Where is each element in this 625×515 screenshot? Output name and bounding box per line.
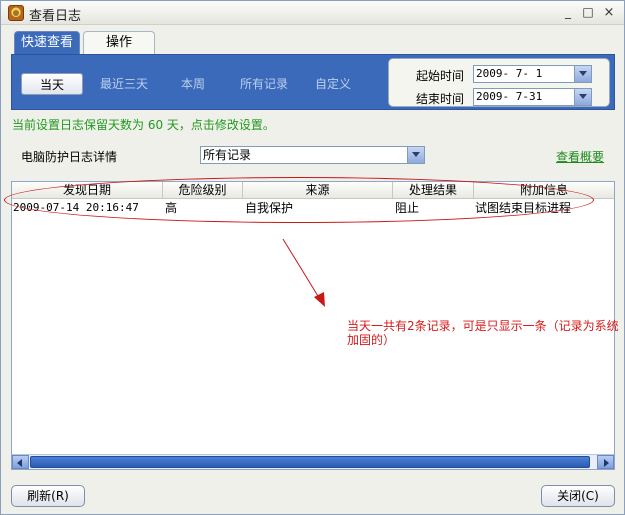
scroll-left-icon[interactable] [12, 455, 29, 469]
range-all-records-button[interactable]: 所有记录 [237, 73, 291, 95]
log-type-label: 电脑防护日志详情 [21, 150, 118, 164]
range-custom-button[interactable]: 自定义 [312, 73, 354, 95]
cell-found-date: 2009-07-14 20:16:47 [13, 201, 139, 214]
close-window-button[interactable]: × [600, 4, 618, 21]
log-filter-value: 所有记录 [203, 148, 252, 162]
annotation-text: 当天一共有2条记录，可是只显示一条（记录为系统加固的） [347, 319, 619, 347]
scrollbar-thumb[interactable] [30, 456, 590, 468]
close-button[interactable]: 关闭(C) [541, 485, 615, 507]
log-filter-select[interactable]: 所有记录 [200, 146, 425, 164]
end-date-picker[interactable]: 2009- 7-31 [473, 88, 592, 106]
tab-operations[interactable]: 操作 [83, 31, 155, 54]
end-date-value: 2009- 7-31 [476, 90, 543, 103]
tab-quick-view[interactable]: 快速查看 [14, 31, 80, 54]
column-header-risk-level[interactable]: 危险级别 [163, 182, 243, 199]
table-header: 发现日期 危险级别 来源 处理结果 附加信息 [12, 182, 614, 199]
range-panel: 当天 最近三天 本周 所有记录 自定义 起始时间 2009- 7- 1 结束时间… [11, 54, 615, 110]
annotation-arrow [282, 238, 325, 307]
refresh-button[interactable]: 刷新(R) [11, 485, 85, 507]
title-bar: 查看日志 _ □ × [1, 1, 624, 25]
retention-notice-link[interactable]: 当前设置日志保留天数为 60 天，点击修改设置。 [12, 116, 275, 133]
column-header-extra-info[interactable]: 附加信息 [474, 182, 614, 199]
start-date-value: 2009- 7- 1 [476, 67, 543, 80]
cell-extra-info: 试图结束目标进程 [475, 201, 572, 215]
column-header-result[interactable]: 处理结果 [393, 182, 474, 199]
start-date-picker[interactable]: 2009- 7- 1 [473, 65, 592, 83]
minimize-button[interactable]: _ [559, 4, 577, 21]
chevron-down-icon[interactable] [574, 89, 591, 105]
range-last-three-days-button[interactable]: 最近三天 [98, 73, 150, 95]
chevron-down-icon[interactable] [407, 147, 424, 163]
column-header-found-date[interactable]: 发现日期 [12, 182, 163, 199]
chevron-down-icon[interactable] [574, 66, 591, 82]
log-viewer-window: 查看日志 _ □ × 快速查看 操作 当天 最近三天 本周 所有记录 自定义 起… [0, 0, 625, 515]
scroll-right-icon[interactable] [597, 455, 614, 469]
cell-risk-level: 高 [165, 201, 178, 215]
column-header-source[interactable]: 来源 [243, 182, 393, 199]
maximize-button[interactable]: □ [579, 4, 597, 21]
horizontal-scrollbar[interactable] [12, 454, 614, 469]
cell-result: 阻止 [395, 201, 420, 215]
range-this-week-button[interactable]: 本周 [175, 73, 211, 95]
table-row[interactable]: 2009-07-14 20:16:47 高 自我保护 阻止 试图结束目标进程 [12, 200, 614, 216]
date-range-box: 起始时间 2009- 7- 1 结束时间 2009- 7-31 [388, 58, 610, 107]
app-lion-icon [8, 5, 24, 21]
view-summary-link[interactable]: 查看概要 [556, 148, 604, 165]
start-date-label: 起始时间 [416, 69, 465, 83]
end-date-label: 结束时间 [416, 92, 465, 106]
window-title: 查看日志 [29, 9, 82, 24]
cell-source: 自我保护 [245, 201, 294, 215]
range-today-button[interactable]: 当天 [21, 73, 83, 95]
